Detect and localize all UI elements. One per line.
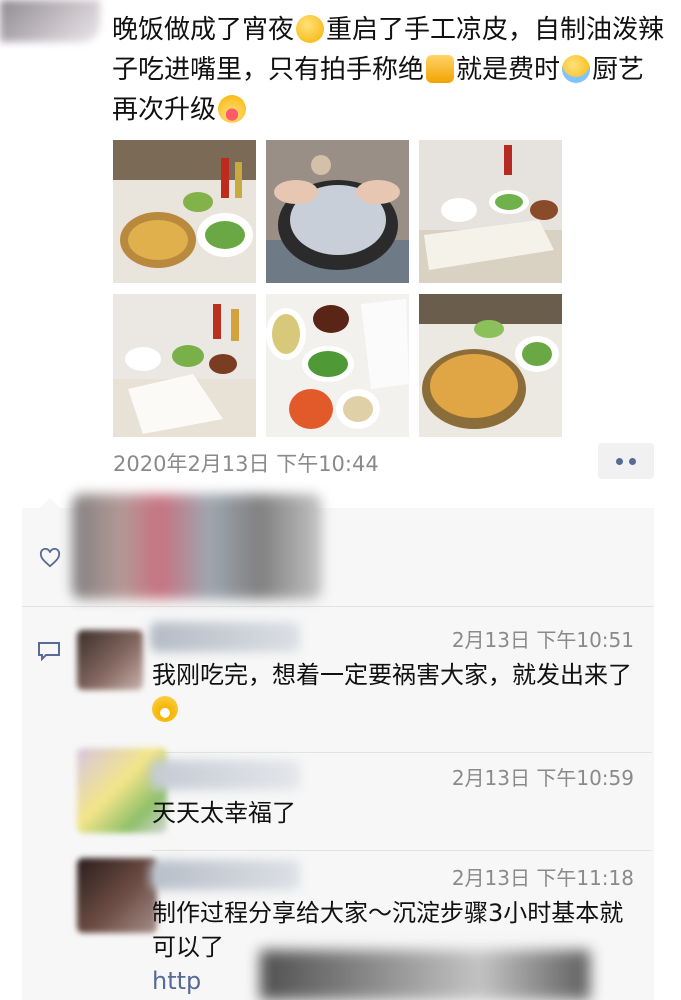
likes-row [22, 494, 654, 607]
divider [152, 752, 652, 753]
photo-2[interactable] [266, 140, 409, 283]
dot-icon [629, 457, 636, 465]
sleepy-emoji-icon [296, 15, 325, 43]
comment-time: 2月13日 下午11:18 [451, 866, 634, 890]
comment-area: 2月13日 下午10:51 我刚吃完，想着一定要祸害大家，就发出来了 2月13日… [22, 494, 654, 1000]
thumbs-up-emoji-icon [426, 55, 455, 83]
dot-icon [616, 457, 623, 465]
likes-redacted [72, 494, 322, 599]
comment-text-body: 我刚吃完，想着一定要祸害大家，就发出来了 [152, 661, 632, 689]
comment-icon [38, 642, 60, 661]
photo-5[interactable] [266, 294, 409, 437]
comment-text: 我刚吃完，想着一定要祸害大家，就发出来了 [152, 658, 637, 726]
post-text-part-3: 就是费时 [456, 55, 561, 85]
comment-text: 天天太幸福了 [152, 799, 296, 827]
more-options-button[interactable] [598, 443, 654, 479]
commenter-avatar[interactable] [77, 858, 157, 933]
photo-grid [113, 140, 563, 437]
divider [152, 850, 652, 851]
comment-item[interactable]: 2月13日 下午10:51 我刚吃完，想着一定要祸害大家，就发出来了 [77, 620, 652, 750]
poster-avatar[interactable] [0, 0, 100, 42]
commenter-name-redacted [150, 760, 300, 790]
post-timestamp: 2020年2月13日 下午10:44 [113, 452, 379, 476]
post-text-part-1: 晚饭做成了宵夜 [112, 15, 295, 45]
commenter-avatar[interactable] [77, 630, 143, 690]
commenter-name-redacted [150, 622, 300, 652]
redacted-overlay [260, 950, 590, 1000]
crying-laughing-emoji-icon [562, 55, 591, 83]
tongue-emoji-icon [218, 95, 247, 123]
comment-link[interactable]: http [152, 967, 201, 995]
comment-item[interactable]: 2月13日 下午10:59 天天太幸福了 [77, 748, 652, 846]
commenter-name-redacted [150, 860, 300, 890]
heart-icon [39, 548, 61, 568]
photo-6[interactable] [419, 294, 562, 437]
comment-time: 2月13日 下午10:59 [451, 766, 634, 790]
comment-time: 2月13日 下午10:51 [451, 628, 634, 652]
post-text: 晚饭做成了宵夜 重启了手工凉皮，自制油泼辣子吃进嘴里，只有拍手称绝 就是费时 厨艺再次… [112, 10, 667, 130]
photo-1[interactable] [113, 140, 256, 283]
grimace-emoji-icon [152, 696, 178, 722]
photo-3[interactable] [419, 140, 562, 283]
photo-4[interactable] [113, 294, 256, 437]
